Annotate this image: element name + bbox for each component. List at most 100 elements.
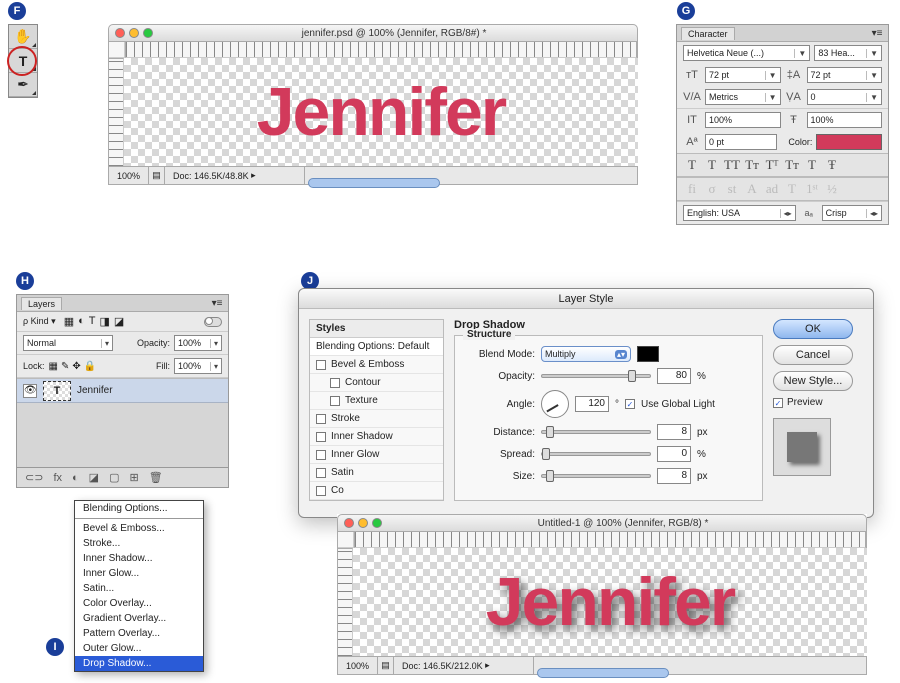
distance-slider[interactable] [541,430,651,434]
doc-size-info[interactable]: Doc: 146.5K/48.8K ▸ [165,167,305,184]
size-slider[interactable] [541,474,651,478]
doc-size-info-j[interactable]: Doc: 146.5K/212.0K ▸ [394,657,534,674]
filter-icon[interactable]: ◐ [78,315,85,328]
minimize-icon[interactable] [358,518,368,528]
zoom-icon[interactable] [372,518,382,528]
language-select[interactable]: English: USA◂▸ [683,205,796,221]
font-family-select[interactable]: Helvetica Neue (...)▼ [683,45,810,61]
style-list-item[interactable]: Inner Shadow [310,428,443,446]
scroll-thumb[interactable] [537,668,669,678]
size-input[interactable]: 8 [657,468,691,484]
text-layer-jennifer[interactable]: Jennifer [257,73,506,151]
layer-foot-icon[interactable]: fx [53,472,62,484]
fx-menu-item[interactable]: Drop Shadow... [75,656,203,671]
type-btn[interactable]: A [743,181,761,197]
opacity-slider[interactable] [541,374,651,378]
hand-tool[interactable]: ✋ [9,25,37,49]
blendmode-select[interactable]: Multiply▴▾ [541,346,631,362]
ruler-horizontal[interactable] [354,532,866,548]
blend-mode-select[interactable]: Normal▾ [23,335,113,351]
fx-menu-item[interactable]: Inner Shadow... [75,551,203,566]
spread-slider[interactable] [541,452,651,456]
close-icon[interactable] [344,518,354,528]
style-list-item[interactable]: Bevel & Emboss [310,356,443,374]
type-btn[interactable]: fi [683,181,701,197]
lock-icon[interactable]: ✎ [61,361,69,372]
type-btn[interactable]: Ŧ [823,157,841,173]
type-btn[interactable]: σ [703,181,721,197]
lock-icon[interactable]: ✥ [72,361,80,372]
filter-icon[interactable]: T [89,315,96,328]
style-list-item[interactable]: Co [310,482,443,500]
leading-select[interactable]: 72 pt▼ [807,67,883,83]
layer-foot-icon[interactable]: ⊞ [129,471,138,484]
status-icon[interactable]: ▤ [378,657,394,674]
angle-dial[interactable] [541,390,569,418]
type-btn[interactable]: 1ˢᵗ [803,181,821,197]
text-layer-jennifer-shadow[interactable]: Jennifer [486,563,735,641]
canvas-f[interactable]: Jennifer [124,58,638,166]
layers-tab[interactable]: Layers [21,297,62,310]
fx-menu-item[interactable]: Stroke... [75,536,203,551]
fx-menu-item[interactable]: Satin... [75,581,203,596]
path-tool[interactable]: ✒ [9,73,37,97]
visibility-icon[interactable]: 👁 [23,384,37,398]
type-btn[interactable]: TT [723,157,741,173]
antialias-select[interactable]: Crisp◂▸ [822,205,882,221]
zoom-level[interactable]: 100% [109,167,149,184]
lock-icon[interactable]: 🔒 [84,361,96,372]
layer-foot-icon[interactable]: ◐ [72,472,79,484]
type-tool[interactable]: T [9,49,37,73]
ruler-origin[interactable] [338,532,354,548]
opacity-input[interactable]: 80 [657,368,691,384]
lock-icon[interactable]: ▦ [49,361,58,372]
opacity-select[interactable]: 100%▾ [174,335,222,351]
layer-foot-icon[interactable]: 🗑 [149,471,163,484]
type-btn[interactable]: st [723,181,741,197]
zoom-level-j[interactable]: 100% [338,657,378,674]
type-btn[interactable]: Tᵀ [763,157,781,173]
type-btn[interactable]: ad [763,181,781,197]
ok-button[interactable]: OK [773,319,853,339]
layer-foot-icon[interactable]: ⊂⊃ [25,471,43,484]
ruler-vertical[interactable] [337,548,353,656]
tracking-select[interactable]: 0▼ [807,89,883,105]
type-btn[interactable]: T [803,157,821,173]
character-tab[interactable]: Character [681,27,735,40]
fx-menu-item[interactable]: Color Overlay... [75,596,203,611]
style-list-item[interactable]: Texture [310,392,443,410]
type-btn[interactable]: ½ [823,181,841,197]
font-size-select[interactable]: 72 pt▼ [705,67,781,83]
style-list-item[interactable]: Contour [310,374,443,392]
fx-menu-item[interactable]: Blending Options... [75,501,203,516]
fx-menu-item[interactable]: Outer Glow... [75,641,203,656]
global-light-checkbox[interactable]: ✓ [625,399,635,409]
canvas-j[interactable]: Jennifer [353,548,867,656]
layer-row-jennifer[interactable]: 👁 Jennifer [17,379,228,403]
layer-name[interactable]: Jennifer [77,385,113,396]
preview-checkbox[interactable]: ✓ [773,398,783,408]
baseline-input[interactable]: 0 pt [705,134,777,150]
fill-select[interactable]: 100%▾ [174,358,222,374]
vscale-input[interactable]: 100% [705,112,781,128]
type-btn[interactable]: T [683,157,701,173]
panel-menu-icon[interactable]: ▾≡ [210,298,224,309]
type-btn[interactable]: Tᴛ [743,157,761,173]
kerning-select[interactable]: Metrics▼ [705,89,781,105]
cancel-button[interactable]: Cancel [773,345,853,365]
type-btn[interactable]: T [703,157,721,173]
status-icon[interactable]: ▤ [149,167,165,184]
panel-menu-icon[interactable]: ▾≡ [870,28,884,39]
new-style-button[interactable]: New Style... [773,371,853,391]
fx-menu-item[interactable]: Pattern Overlay... [75,626,203,641]
fx-menu-item[interactable]: Inner Glow... [75,566,203,581]
layer-foot-icon[interactable]: ▢ [109,471,119,484]
zoom-icon[interactable] [143,28,153,38]
style-list-item[interactable]: Stroke [310,410,443,428]
scroll-thumb[interactable] [308,178,440,188]
ruler-vertical[interactable] [108,58,124,166]
styles-header[interactable]: Styles [310,320,443,338]
fx-menu-item[interactable]: Gradient Overlay... [75,611,203,626]
close-icon[interactable] [115,28,125,38]
color-swatch[interactable] [816,134,882,150]
